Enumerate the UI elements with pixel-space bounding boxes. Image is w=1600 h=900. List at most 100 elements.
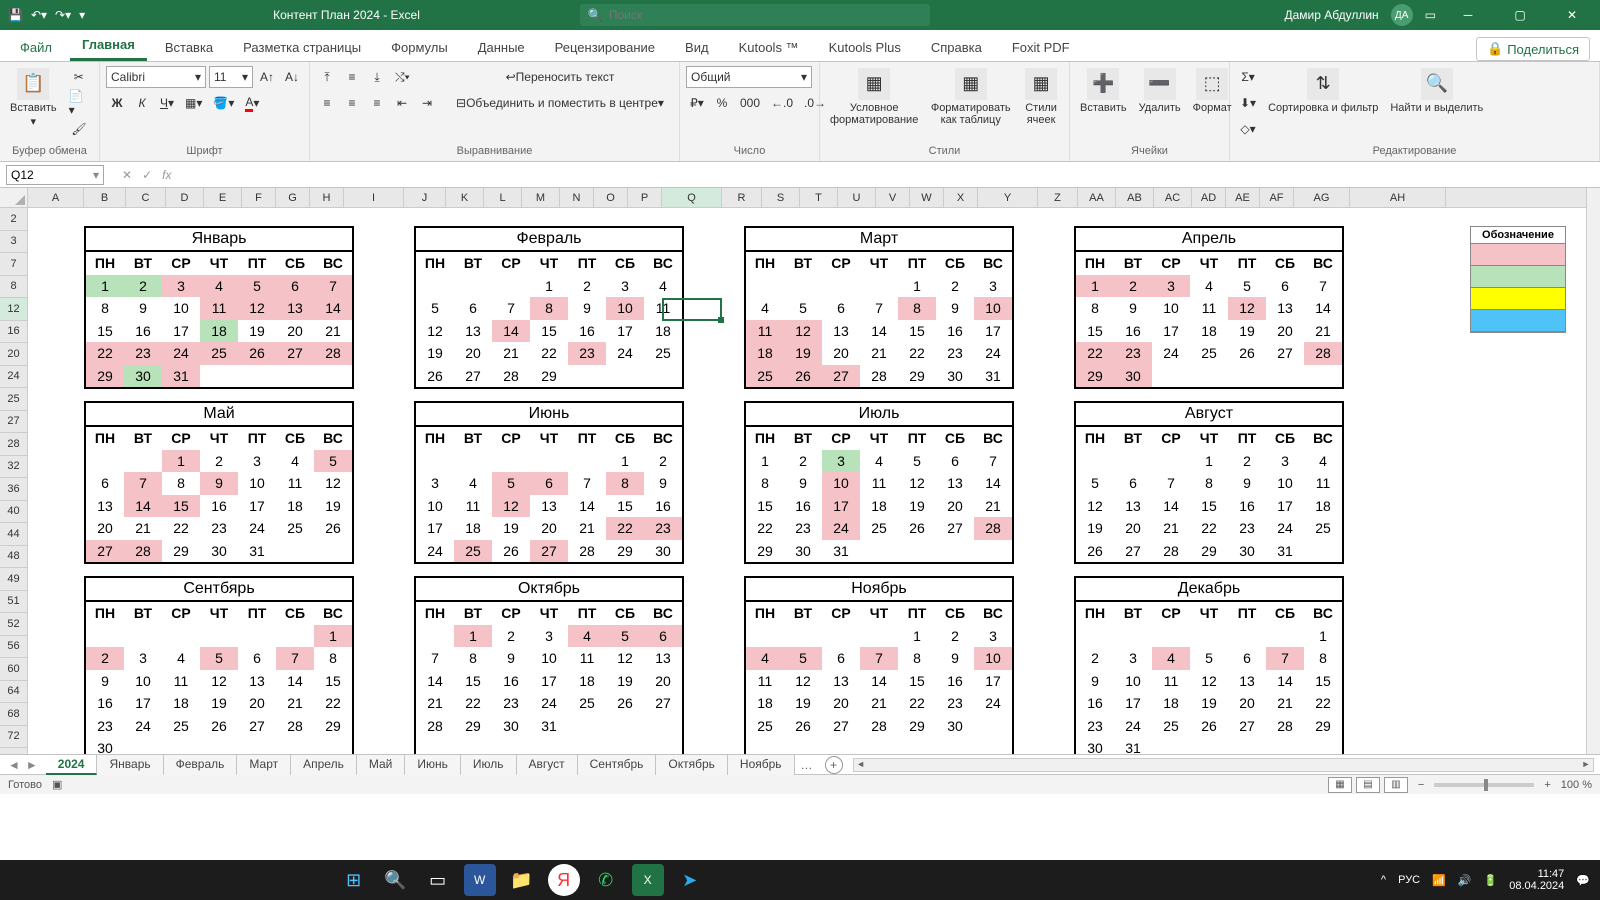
calendar-day[interactable]: 23 — [492, 692, 530, 715]
calendar-day[interactable]: 30 — [200, 540, 238, 563]
calendar-day[interactable]: 18 — [644, 320, 682, 343]
calendar-day[interactable]: 1 — [1190, 450, 1228, 473]
sheet-tab[interactable]: Апрель — [291, 755, 357, 775]
share-button[interactable]: 🔒 Поделиться — [1476, 37, 1590, 61]
calendar-day[interactable]: 29 — [530, 365, 568, 388]
merge-center-button[interactable]: ⊟ Объединить и поместить в центре ▾ — [452, 92, 668, 114]
calendar-day[interactable]: 12 — [1228, 297, 1266, 320]
calendar-day[interactable]: 4 — [644, 275, 682, 298]
calendar-day[interactable]: 12 — [314, 472, 352, 495]
calendar-day[interactable]: 20 — [936, 495, 974, 518]
calendar-day[interactable]: 23 — [1076, 715, 1114, 738]
calendar-day[interactable]: 28 — [416, 715, 454, 738]
column-header[interactable]: N — [560, 188, 594, 207]
column-header[interactable]: AA — [1078, 188, 1116, 207]
calendar-day[interactable]: 20 — [644, 670, 682, 693]
calendar-day[interactable]: 21 — [568, 517, 606, 540]
calendar-day[interactable]: 21 — [416, 692, 454, 715]
calendar-day[interactable]: 31 — [1266, 540, 1304, 563]
calendar-day[interactable]: 4 — [860, 450, 898, 473]
row-header[interactable]: 7 — [0, 253, 27, 276]
excel-icon[interactable]: X — [632, 864, 664, 896]
calendar-day[interactable]: 20 — [1228, 692, 1266, 715]
calendar-day[interactable]: 15 — [898, 670, 936, 693]
calendar-day[interactable]: 19 — [200, 692, 238, 715]
ribbon-tab[interactable]: Данные — [466, 34, 537, 61]
tray-battery-icon[interactable]: 🔋 — [1484, 874, 1498, 887]
calendar-day[interactable]: 13 — [822, 320, 860, 343]
calendar-day[interactable]: 9 — [936, 647, 974, 670]
calendar-day[interactable]: 11 — [746, 320, 784, 343]
calendar-day[interactable]: 14 — [568, 495, 606, 518]
save-icon[interactable]: 💾 — [8, 8, 23, 22]
calendar-day[interactable]: 22 — [898, 342, 936, 365]
calendar-day[interactable]: 3 — [124, 647, 162, 670]
fx-icon[interactable]: fx — [162, 168, 171, 182]
calendar-day[interactable]: 28 — [492, 365, 530, 388]
calendar-day[interactable]: 12 — [416, 320, 454, 343]
calendar-day[interactable]: 7 — [1304, 275, 1342, 298]
calendar-day[interactable]: 7 — [860, 647, 898, 670]
calendar-day[interactable]: 14 — [1266, 670, 1304, 693]
calendar-day[interactable]: 10 — [416, 495, 454, 518]
row-header[interactable]: 20 — [0, 343, 27, 366]
calendar-day[interactable]: 25 — [200, 342, 238, 365]
format-cells-button[interactable]: ⬚Формат — [1189, 66, 1236, 116]
calendar-day[interactable]: 10 — [1152, 297, 1190, 320]
calendar-day[interactable]: 14 — [124, 495, 162, 518]
calendar-day[interactable]: 1 — [454, 625, 492, 648]
calendar-day[interactable]: 2 — [936, 275, 974, 298]
calendar-day[interactable]: 6 — [1266, 275, 1304, 298]
calendar-day[interactable]: 10 — [530, 647, 568, 670]
tray-chevron-icon[interactable]: ^ — [1381, 874, 1386, 886]
ribbon-tab[interactable]: Файл — [8, 34, 64, 61]
delete-cells-button[interactable]: ➖Удалить — [1135, 66, 1185, 116]
calendar-day[interactable]: 4 — [1152, 647, 1190, 670]
calendar-day[interactable]: 8 — [606, 472, 644, 495]
calendar-day[interactable]: 30 — [86, 737, 124, 754]
calendar-day[interactable]: 1 — [162, 450, 200, 473]
page-break-button[interactable]: ▥ — [1384, 777, 1408, 793]
column-header[interactable]: O — [594, 188, 628, 207]
ribbon-tab[interactable]: Рецензирование — [543, 34, 667, 61]
calendar-day[interactable]: 15 — [898, 320, 936, 343]
macro-record-icon[interactable]: ▣ — [52, 778, 62, 791]
font-color-icon[interactable]: А▾ — [241, 92, 263, 114]
calendar-day[interactable]: 28 — [124, 540, 162, 563]
calendar-day[interactable]: 19 — [238, 320, 276, 343]
calendar-day[interactable]: 8 — [314, 647, 352, 670]
calendar-day[interactable]: 30 — [1114, 365, 1152, 388]
calendar-day[interactable]: 25 — [1152, 715, 1190, 738]
calendar-day[interactable]: 21 — [974, 495, 1012, 518]
explorer-icon[interactable]: 📁 — [506, 864, 538, 896]
calendar-day[interactable]: 14 — [974, 472, 1012, 495]
calendar-day[interactable]: 1 — [1304, 625, 1342, 648]
calendar-day[interactable]: 13 — [238, 670, 276, 693]
calendar-day[interactable]: 6 — [276, 275, 314, 298]
calendar-day[interactable]: 19 — [1190, 692, 1228, 715]
calendar-day[interactable]: 22 — [746, 517, 784, 540]
calendar-day[interactable]: 17 — [606, 320, 644, 343]
calendar-day[interactable]: 16 — [492, 670, 530, 693]
calendar-day[interactable]: 2 — [86, 647, 124, 670]
calendar-day[interactable]: 14 — [492, 320, 530, 343]
column-header[interactable]: AC — [1154, 188, 1192, 207]
calendar-day[interactable]: 22 — [898, 692, 936, 715]
close-button[interactable]: ✕ — [1552, 8, 1592, 22]
sheet-tab[interactable]: Май — [357, 755, 406, 775]
autosum-icon[interactable]: Σ▾ — [1236, 66, 1260, 88]
column-header[interactable]: W — [910, 188, 944, 207]
sheet-nav-first-icon[interactable]: ◄ — [8, 758, 20, 772]
calendar-day[interactable]: 31 — [162, 365, 200, 388]
calendar-day[interactable]: 9 — [124, 297, 162, 320]
font-name-dropdown[interactable]: Calibri▾ — [106, 66, 206, 88]
calendar-day[interactable]: 26 — [898, 517, 936, 540]
calendar-day[interactable]: 20 — [822, 692, 860, 715]
sheet-nav-last-icon[interactable]: ► — [26, 758, 38, 772]
calendar-day[interactable]: 2 — [492, 625, 530, 648]
row-header[interactable]: 16 — [0, 321, 27, 344]
calendar-day[interactable]: 8 — [162, 472, 200, 495]
calendar-day[interactable]: 12 — [1076, 495, 1114, 518]
redo-icon[interactable]: ↷▾ — [55, 8, 71, 22]
column-header[interactable]: E — [204, 188, 242, 207]
